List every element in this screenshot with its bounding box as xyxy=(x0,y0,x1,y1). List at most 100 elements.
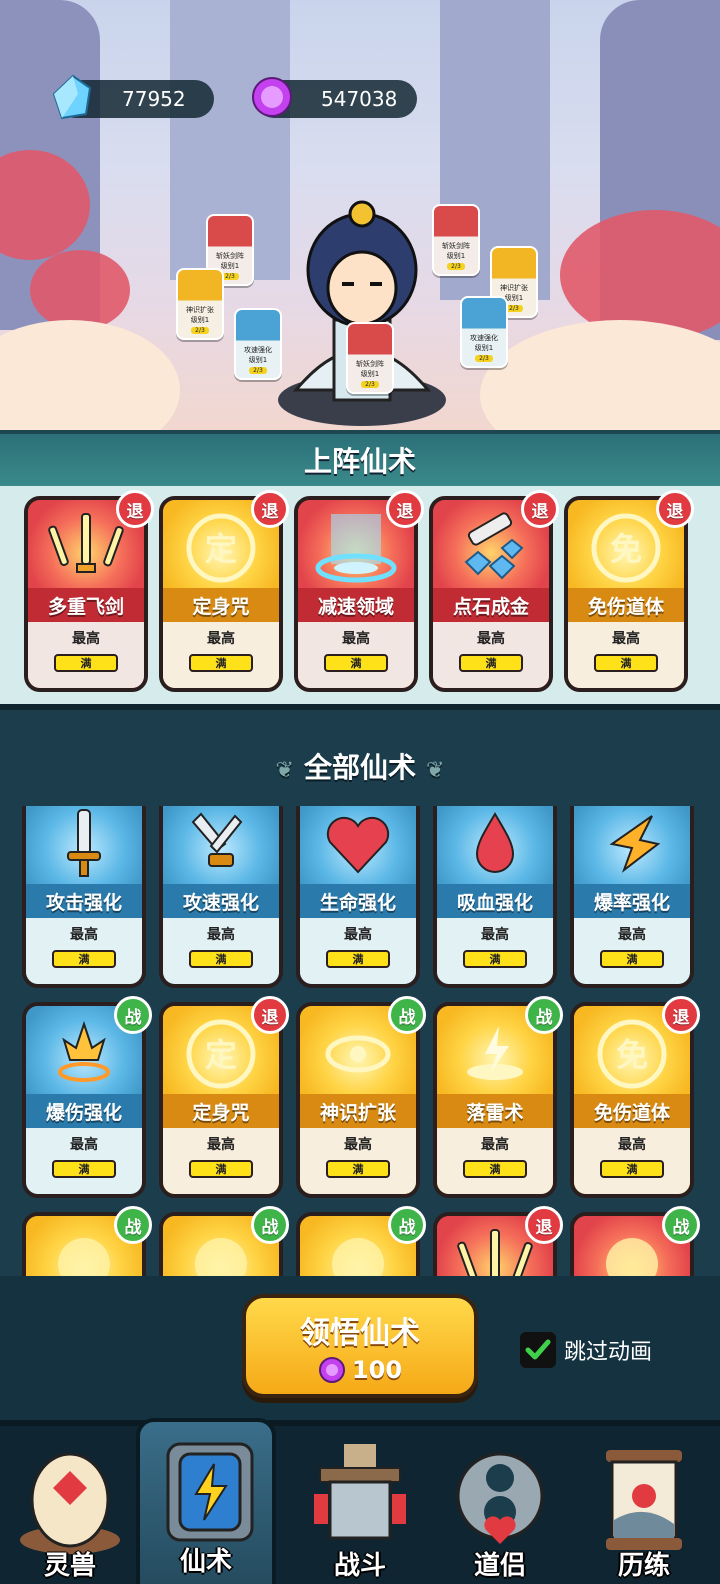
retreat-badge[interactable]: 退 xyxy=(662,996,700,1034)
full-level-bar: 满 xyxy=(189,950,253,968)
spell-card[interactable]: 定定身咒 最高满 退 xyxy=(159,490,289,692)
cloud xyxy=(0,320,180,430)
companion-icon xyxy=(456,1452,544,1544)
purple-gem-icon xyxy=(318,1357,345,1383)
deploy-badge[interactable]: 战 xyxy=(388,996,426,1034)
checkbox[interactable] xyxy=(520,1332,556,1368)
spell-level-area: 最高满 xyxy=(300,1128,416,1194)
spirit-beast-egg-icon xyxy=(20,1452,120,1554)
nav-label: 道侣 xyxy=(473,1551,526,1581)
retreat-badge[interactable]: 退 xyxy=(525,1206,563,1244)
svg-text:免: 免 xyxy=(610,530,642,568)
spell-grid: 攻击强化 最高满攻速强化 最高满生命强化 最高满吸血强化 最高满爆率强化 最高满爆伤强化最… xyxy=(22,806,700,1282)
deploy-badge[interactable]: 战 xyxy=(388,1206,426,1244)
full-level-bar: 满 xyxy=(189,1160,253,1178)
spell-name: 多重飞剑 xyxy=(28,588,144,622)
spell-name: 爆率强化 xyxy=(574,884,690,918)
all-spells-title: 全部仙术 xyxy=(303,751,416,784)
checkmark-icon xyxy=(525,1339,551,1360)
max-level-label: 最高 xyxy=(207,631,235,647)
full-level-bar: 满 xyxy=(52,950,116,968)
retreat-badge[interactable]: 退 xyxy=(251,490,289,528)
orbit-card: 神识扩张 级别1 2/3 xyxy=(176,268,224,340)
full-level-bar: 满 xyxy=(600,950,664,968)
full-level-bar: 满 xyxy=(463,1160,527,1178)
deploy-badge[interactable]: 战 xyxy=(114,1206,152,1244)
spell-card[interactable]: 点石成金 最高满 退 xyxy=(429,490,559,692)
retreat-badge[interactable]: 退 xyxy=(656,490,694,528)
nav-item-trials[interactable]: 历练 xyxy=(574,1432,714,1584)
bottom-nav: 灵兽 仙术 战斗 道侣 历练 xyxy=(0,1418,720,1584)
equipped-header: 上阵仙术 xyxy=(0,430,720,486)
spell-card[interactable]: 退 xyxy=(433,1206,563,1282)
purple-gem-icon xyxy=(252,77,292,117)
nav-item-spirit-beast[interactable]: 灵兽 xyxy=(0,1432,140,1584)
max-level-label: 最高 xyxy=(344,1137,372,1153)
equipped-card-row: 多重飞剑 最高满退定定身咒 最高满退减速领域 最高满退点石成金 最高满退免免伤道体 最高满… xyxy=(24,490,694,692)
spell-name: 减速领域 xyxy=(298,588,414,622)
crit-rate-icon xyxy=(574,806,690,892)
hero-scene: 77952 547038 斩妖剑阵 级别1 2/3 神识扩张 级别1 2/3 攻速强化级… xyxy=(0,0,720,430)
skip-animation-toggle[interactable]: 跳过动画 xyxy=(520,1332,652,1368)
learn-cost-value: 100 xyxy=(351,1356,403,1384)
orbit-card: 攻速强化 级别1 2/3 xyxy=(234,308,282,380)
orbit-card: 斩妖剑阵 级别1 2/3 xyxy=(432,204,480,276)
deploy-badge[interactable]: 战 xyxy=(662,1206,700,1244)
learn-spell-button[interactable]: 领悟仙术 100 xyxy=(242,1294,478,1398)
hero-character[interactable] xyxy=(276,190,448,430)
nav-item-spells[interactable]: 仙术 xyxy=(136,1418,276,1584)
nav-label: 战斗 xyxy=(333,1551,386,1581)
spell-level-area: 最高满 xyxy=(433,622,549,688)
spell-card[interactable]: 战 xyxy=(570,1206,700,1282)
spell-card[interactable]: 攻击强化 最高满 xyxy=(22,806,146,988)
deploy-badge[interactable]: 战 xyxy=(114,996,152,1034)
spell-level-area: 最高满 xyxy=(298,622,414,688)
spell-card[interactable]: 战 xyxy=(22,1206,152,1282)
spell-card[interactable]: 战 xyxy=(159,1206,289,1282)
deploy-badge[interactable]: 战 xyxy=(525,996,563,1034)
retreat-badge[interactable]: 退 xyxy=(386,490,424,528)
spell-card[interactable]: 减速领域 最高满 退 xyxy=(294,490,424,692)
nav-label: 灵兽 xyxy=(43,1551,96,1581)
heart-icon xyxy=(300,806,416,892)
spell-card[interactable]: 多重飞剑 最高满 退 xyxy=(24,490,154,692)
spell-level-area: 最高满 xyxy=(300,918,416,984)
orbit-card: 攻速强化 级别1 2/3 xyxy=(460,296,508,368)
spell-card[interactable]: 吸血强化 最高满 xyxy=(433,806,557,988)
spell-name: 生命强化 xyxy=(300,884,416,918)
spell-level-area: 最高满 xyxy=(28,622,144,688)
spell-name: 攻击强化 xyxy=(26,884,142,918)
spell-card[interactable]: 定定身咒 最高满 退 xyxy=(159,996,289,1198)
nav-item-battle[interactable]: 战斗 xyxy=(290,1432,430,1584)
max-level-label: 最高 xyxy=(70,927,98,943)
spell-card[interactable]: 神识扩张 最高满 战 xyxy=(296,996,426,1198)
spell-card[interactable]: 爆伤强化 最高满 战 xyxy=(22,996,152,1198)
spell-card[interactable]: 战 xyxy=(296,1206,426,1282)
diamond-counter: 77952 xyxy=(52,74,214,120)
retreat-badge[interactable]: 退 xyxy=(251,996,289,1034)
cloud xyxy=(480,320,720,430)
spell-level-area: 最高满 xyxy=(437,1128,553,1194)
spell-card[interactable]: 攻速强化 最高满 xyxy=(159,806,283,988)
purple-gem-counter: 547038 xyxy=(252,77,417,118)
spell-card[interactable]: 落雷术 最高满 战 xyxy=(433,996,563,1198)
deploy-badge[interactable]: 战 xyxy=(251,1206,289,1244)
battle-altar-icon xyxy=(314,1444,406,1540)
spell-card[interactable]: 免免伤道体 最高满 退 xyxy=(570,996,700,1198)
leaf-ornament-icon: ❦ xyxy=(426,758,445,783)
max-level-label: 最高 xyxy=(481,1137,509,1153)
spell-card[interactable]: 爆率强化 最高满 xyxy=(570,806,694,988)
equipped-title: 上阵仙术 xyxy=(303,445,416,478)
max-level-label: 最高 xyxy=(612,631,640,647)
nav-item-companion[interactable]: 道侣 xyxy=(430,1432,570,1584)
spell-card[interactable]: 免免伤道体 最高满 退 xyxy=(564,490,694,692)
spell-card[interactable]: 生命强化 最高满 xyxy=(296,806,420,988)
max-level-label: 最高 xyxy=(481,927,509,943)
spell-level-area: 最高满 xyxy=(26,918,142,984)
retreat-badge[interactable]: 退 xyxy=(116,490,154,528)
spell-grid-scroll[interactable]: 攻击强化 最高满攻速强化 最高满生命强化 最高满吸血强化 最高满爆率强化 最高满爆伤强化最… xyxy=(0,806,720,1282)
retreat-badge[interactable]: 退 xyxy=(521,490,559,528)
spell-name: 定身咒 xyxy=(163,588,279,622)
max-level-label: 最高 xyxy=(207,927,235,943)
spell-name: 爆伤强化 xyxy=(26,1094,142,1128)
